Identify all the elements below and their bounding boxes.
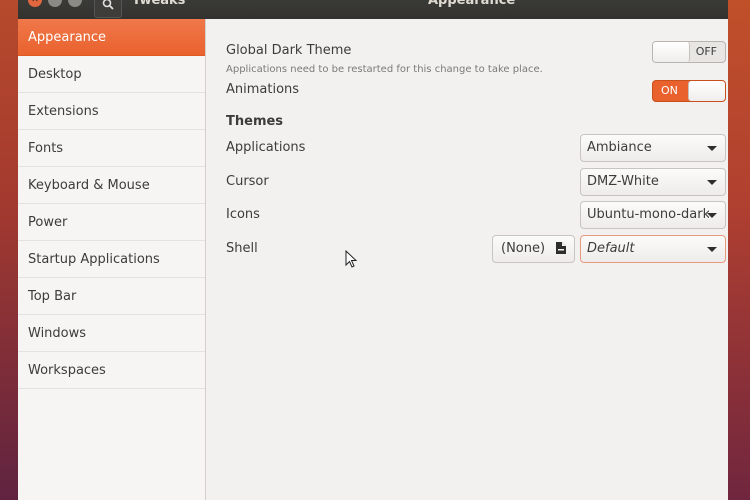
desktop-background-right [728, 0, 750, 500]
page-title: Appearance [428, 0, 516, 8]
dropdown-value: Default [587, 241, 635, 256]
mouse-pointer-icon [345, 250, 358, 268]
cursor-theme-label: Cursor [226, 174, 269, 189]
applications-theme-label: Applications [226, 140, 306, 155]
sidebar-item-extensions[interactable]: Extensions [18, 93, 205, 130]
sidebar-item-windows[interactable]: Windows [18, 315, 205, 352]
chevron-down-icon [707, 146, 717, 151]
desktop-background-left [0, 0, 18, 500]
switch-state-label: OFF [695, 45, 717, 58]
dropdown-value: Ambiance [587, 140, 652, 155]
close-icon[interactable]: ✕ [28, 0, 42, 7]
sidebar-item-top-bar[interactable]: Top Bar [18, 278, 205, 315]
file-button-label: (None) [501, 241, 546, 256]
sidebar-item-power[interactable]: Power [18, 204, 205, 241]
icons-theme-dropdown[interactable]: Ubuntu-mono-dark [580, 201, 726, 229]
sidebar-item-desktop[interactable]: Desktop [18, 56, 205, 93]
switch-state-label: ON [661, 84, 678, 97]
sidebar-item-startup-applications[interactable]: Startup Applications [18, 241, 205, 278]
chevron-down-icon [707, 247, 717, 252]
app-title: Tweaks [132, 0, 186, 8]
minimize-icon[interactable] [48, 0, 62, 7]
icons-theme-label: Icons [226, 207, 260, 222]
search-button[interactable] [94, 0, 122, 18]
global-dark-theme-label: Global Dark Theme [226, 43, 352, 58]
dropdown-value: DMZ-White [587, 174, 659, 189]
appearance-panel: Global Dark Theme Applications need to b… [206, 19, 728, 500]
sidebar-item-appearance[interactable]: Appearance [18, 19, 205, 56]
document-open-icon [554, 241, 568, 259]
switch-knob [653, 42, 690, 62]
shell-theme-file-button[interactable]: (None) [492, 235, 575, 263]
tweaks-window: ✕ Tweaks Appearance Appearance Desktop E… [18, 0, 728, 500]
shell-theme-dropdown[interactable]: Default [580, 235, 726, 263]
sidebar-item-fonts[interactable]: Fonts [18, 130, 205, 167]
chevron-down-icon [707, 213, 717, 218]
sidebar: Appearance Desktop Extensions Fonts Keyb… [18, 19, 206, 500]
titlebar: ✕ Tweaks Appearance [18, 0, 728, 19]
cursor-theme-dropdown[interactable]: DMZ-White [580, 168, 726, 196]
switch-knob [688, 81, 725, 101]
global-dark-theme-subtitle: Applications need to be restarted for th… [226, 64, 543, 75]
themes-heading: Themes [226, 114, 284, 129]
animations-switch[interactable]: ON [652, 80, 726, 102]
animations-label: Animations [226, 82, 300, 97]
global-dark-theme-switch[interactable]: OFF [652, 41, 726, 63]
dropdown-value: Ubuntu-mono-dark [587, 207, 709, 222]
applications-theme-dropdown[interactable]: Ambiance [580, 134, 726, 162]
chevron-down-icon [707, 180, 717, 185]
search-icon [102, 0, 114, 11]
shell-theme-label: Shell [226, 241, 258, 256]
maximize-icon[interactable] [68, 0, 82, 7]
sidebar-item-keyboard-mouse[interactable]: Keyboard & Mouse [18, 167, 205, 204]
sidebar-item-workspaces[interactable]: Workspaces [18, 352, 205, 389]
